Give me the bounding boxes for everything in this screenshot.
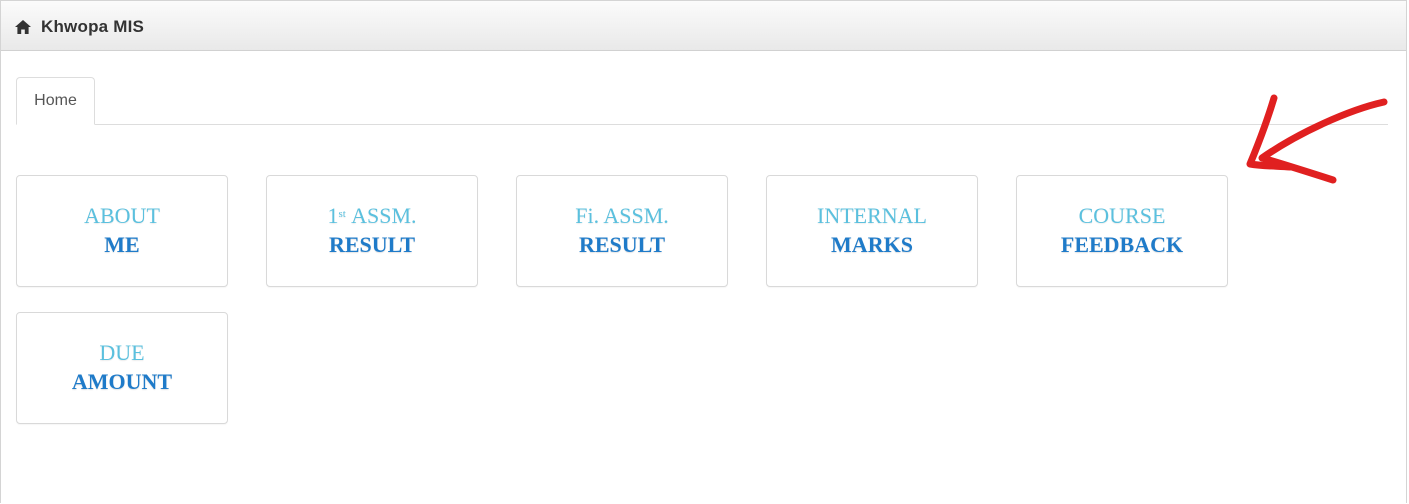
tile-line1: ABOUT xyxy=(84,203,160,228)
tile-line1-number: 1 xyxy=(327,203,339,228)
annotation-arrow-icon xyxy=(1246,94,1388,184)
tile-line1: COURSE xyxy=(1078,203,1166,228)
final-assessment-result-tile[interactable]: Fi. ASSM. RESULT xyxy=(516,175,728,287)
tile-line2: RESULT xyxy=(578,232,665,257)
about-me-tile[interactable]: ABOUT ME xyxy=(16,175,228,287)
tile-line2: AMOUNT xyxy=(71,369,173,394)
tile-line1: 1st ASSM. xyxy=(267,203,477,229)
tile-line2: FEEDBACK xyxy=(1060,232,1184,257)
brand-title: Khwopa MIS xyxy=(41,17,145,36)
internal-marks-tile[interactable]: INTERNAL MARKS xyxy=(766,175,978,287)
due-amount-tile[interactable]: DUE AMOUNT xyxy=(16,312,228,424)
tile-line2: ME xyxy=(104,232,140,257)
first-assessment-result-tile[interactable]: 1st ASSM. RESULT xyxy=(266,175,478,287)
brand-link[interactable]: Khwopa MIS xyxy=(14,17,144,37)
tile-line1-ordinal: st xyxy=(338,208,346,220)
tab-home[interactable]: Home xyxy=(16,77,95,125)
tile-line1: INTERNAL xyxy=(817,203,927,228)
home-icon xyxy=(15,20,31,34)
tile-line1: Fi. ASSM. xyxy=(575,203,669,228)
navbar: Khwopa MIS xyxy=(1,1,1406,51)
tile-line1: DUE xyxy=(99,340,145,365)
course-feedback-tile[interactable]: COURSE FEEDBACK xyxy=(1016,175,1228,287)
tile-line2: RESULT xyxy=(328,232,415,257)
tab-bar: Home xyxy=(16,77,1388,125)
tile-line1-text: ASSM. xyxy=(351,203,417,228)
tile-line2: MARKS xyxy=(831,232,913,257)
